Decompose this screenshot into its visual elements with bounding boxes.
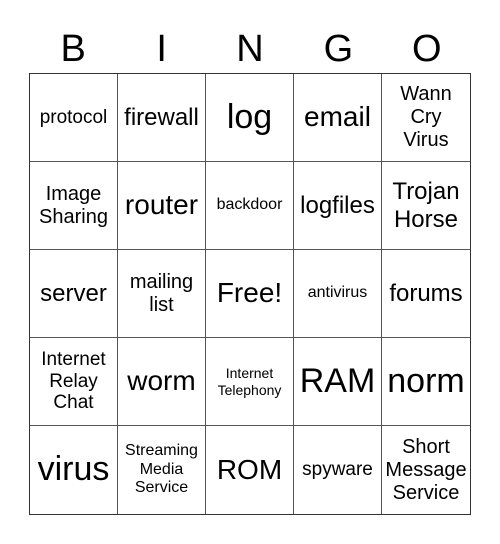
bingo-cell[interactable]: Streaming Media Service [118, 426, 206, 514]
bingo-header: B I N G O [29, 24, 471, 74]
bingo-cell[interactable]: router [118, 162, 206, 250]
bingo-grid: protocol firewall log email Wann Cry Vir… [29, 73, 471, 515]
cell-text: virus [37, 450, 110, 489]
cell-text: server [40, 279, 107, 307]
cell-text: Short Message Service [385, 435, 467, 504]
bingo-cell[interactable]: logfiles [294, 162, 382, 250]
bingo-cell[interactable]: email [294, 74, 382, 162]
header-letter-n: N [236, 28, 264, 70]
cell-text: log [226, 97, 273, 136]
cell-text: router [124, 189, 199, 221]
bingo-cell[interactable]: ROM [206, 426, 294, 514]
cell-text: Wann Cry Virus [400, 83, 452, 151]
cell-text: Internet Relay Chat [41, 348, 106, 414]
bingo-cell[interactable]: spyware [294, 426, 382, 514]
header-letter-o: O [412, 28, 442, 70]
bingo-cell[interactable]: Internet Relay Chat [30, 338, 118, 426]
cell-text: logfiles [300, 191, 375, 219]
bingo-cell[interactable]: antivirus [294, 250, 382, 338]
cell-text: backdoor [216, 196, 283, 214]
bingo-cell[interactable]: worm [118, 338, 206, 426]
bingo-cell[interactable]: Internet Telephony [206, 338, 294, 426]
header-letter-b: B [60, 28, 86, 70]
cell-text: mailing list [129, 270, 194, 316]
bingo-cell[interactable]: Wann Cry Virus [382, 74, 470, 162]
cell-text: email [304, 101, 371, 133]
cell-text: norm [387, 361, 465, 400]
cell-text: firewall [124, 103, 199, 131]
cell-text: protocol [39, 106, 108, 128]
bingo-cell[interactable]: firewall [118, 74, 206, 162]
cell-text: Internet Telephony [217, 365, 282, 398]
bingo-cell[interactable]: server [30, 250, 118, 338]
cell-text: spyware [302, 459, 373, 481]
bingo-cell[interactable]: Image Sharing [30, 162, 118, 250]
cell-text: ROM [216, 453, 283, 485]
free-space-cell[interactable]: Free! [206, 250, 294, 338]
cell-text: RAM [299, 361, 376, 400]
cell-text: worm [127, 365, 196, 397]
cell-text: Free! [216, 277, 283, 309]
cell-text: Image Sharing [39, 182, 108, 228]
cell-text: Trojan Horse [392, 177, 460, 233]
cell-text: forums [389, 279, 463, 307]
cell-text: Streaming Media Service [125, 442, 198, 497]
bingo-cell[interactable]: Trojan Horse [382, 162, 470, 250]
bingo-cell[interactable]: RAM [294, 338, 382, 426]
bingo-cell[interactable]: log [206, 74, 294, 162]
bingo-cell[interactable]: backdoor [206, 162, 294, 250]
cell-text: antivirus [307, 284, 368, 302]
bingo-cell[interactable]: forums [382, 250, 470, 338]
header-letter-g: G [323, 28, 354, 70]
bingo-cell[interactable]: Short Message Service [382, 426, 470, 514]
header-letter-i: I [156, 28, 167, 70]
bingo-cell[interactable]: mailing list [118, 250, 206, 338]
bingo-cell[interactable]: protocol [30, 74, 118, 162]
bingo-cell[interactable]: norm [382, 338, 470, 426]
bingo-cell[interactable]: virus [30, 426, 118, 514]
